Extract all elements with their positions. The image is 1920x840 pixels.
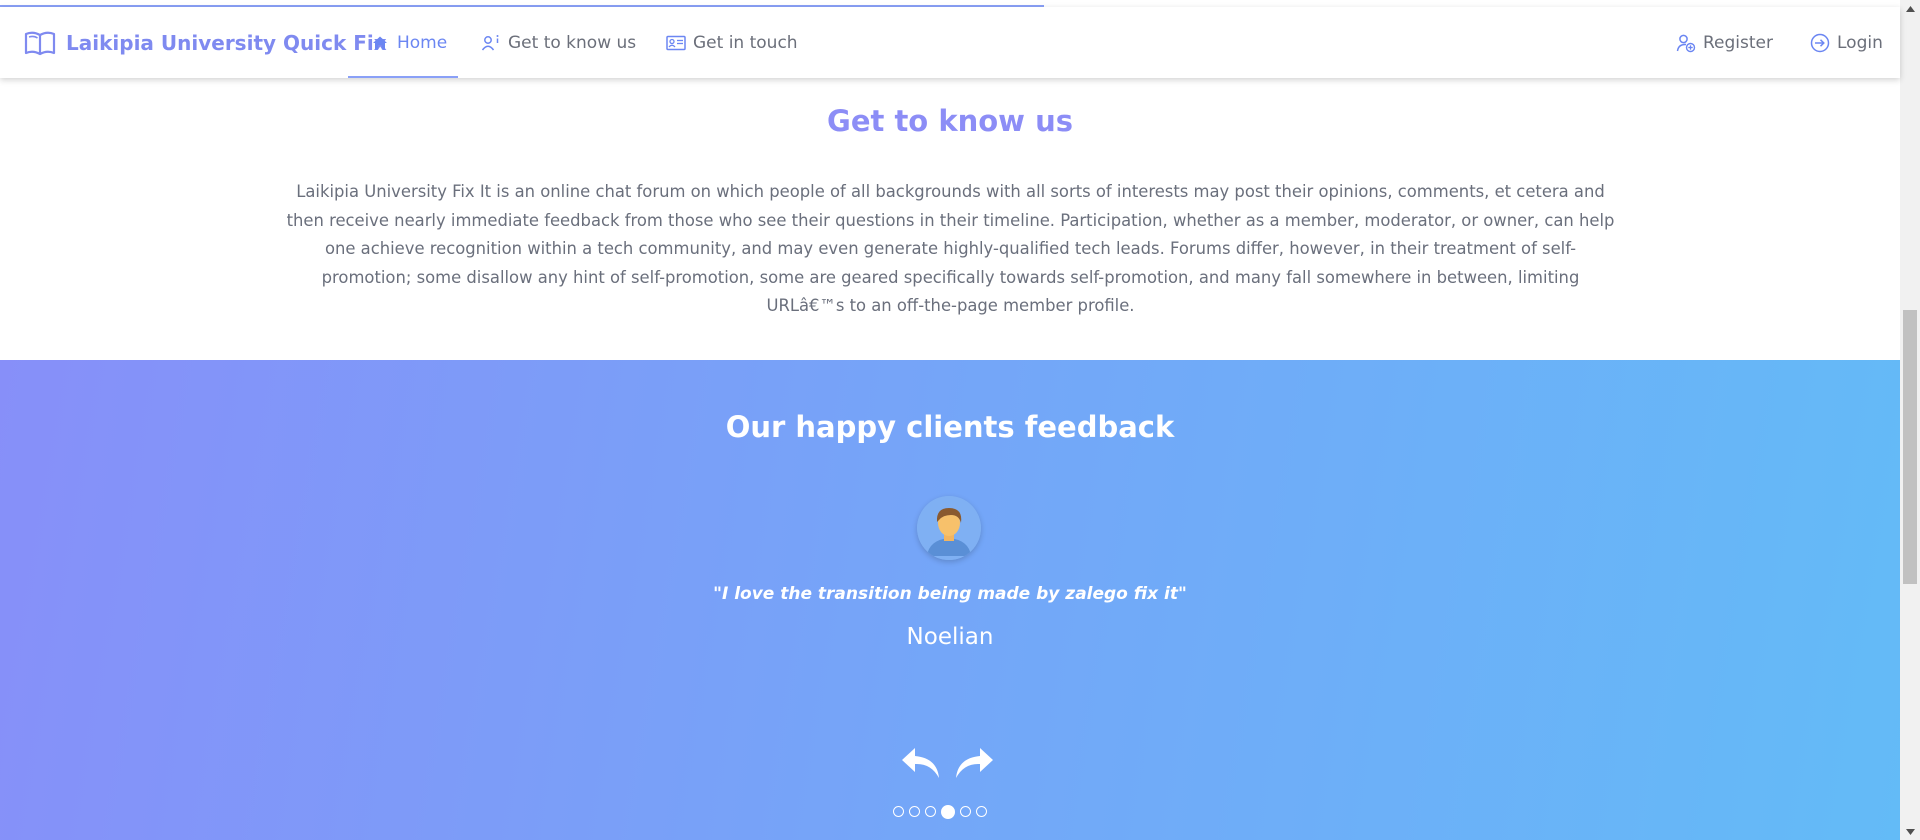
client-quote: "I love the transition being made by zal…	[713, 584, 1187, 604]
scroll-down-arrow-icon[interactable]	[1900, 823, 1920, 840]
nav-get-to-know-us-label: Get to know us	[508, 33, 637, 53]
nav-active-indicator	[348, 76, 458, 78]
page-progress-bar	[0, 0, 1900, 7]
client-avatar	[917, 496, 981, 560]
login-label: Login	[1837, 33, 1883, 53]
page-scrollbar[interactable]	[1900, 0, 1920, 840]
carousel-indicators	[893, 804, 987, 819]
carousel-dot[interactable]	[909, 806, 920, 817]
about-description: Laikipia University Fix It is an online …	[286, 182, 1615, 315]
reply-arrow-icon	[902, 748, 939, 778]
scrollbar-thumb[interactable]	[1903, 310, 1917, 584]
navbar: Laikipia University Quick Fix Home Get t…	[0, 7, 1900, 78]
nav-home-label: Home	[397, 33, 448, 53]
carousel-dot-active[interactable]	[941, 804, 955, 819]
forward-arrow-icon	[956, 748, 993, 778]
nav-get-to-know-us[interactable]: Get to know us	[481, 25, 636, 61]
scroll-up-arrow-icon[interactable]	[1900, 0, 1920, 17]
carousel-dot[interactable]	[893, 806, 904, 817]
login-icon	[1810, 33, 1830, 53]
carousel-prev-button[interactable]	[899, 744, 943, 780]
carousel-dot[interactable]	[960, 806, 971, 817]
carousel-dot[interactable]	[976, 806, 987, 817]
brand-name: Laikipia University Quick Fix	[66, 31, 387, 55]
nav-get-in-touch-label: Get in touch	[693, 33, 798, 53]
brand-link[interactable]: Laikipia University Quick Fix	[24, 25, 387, 61]
register-label: Register	[1703, 33, 1773, 53]
nav-get-in-touch[interactable]: Get in touch	[666, 25, 798, 61]
login-button[interactable]: Login	[1810, 25, 1883, 61]
nav-home[interactable]: Home	[370, 25, 447, 61]
client-name: Noelian	[906, 624, 994, 650]
contact-card-icon	[666, 33, 686, 53]
home-icon	[370, 33, 390, 53]
about-title: Get to know us	[827, 104, 1073, 138]
carousel-next-button[interactable]	[952, 744, 996, 780]
register-button[interactable]: Register	[1676, 25, 1773, 61]
open-book-icon	[24, 29, 56, 57]
user-info-icon	[481, 33, 501, 53]
feedback-title: Our happy clients feedback	[725, 410, 1175, 444]
carousel-dot[interactable]	[925, 806, 936, 817]
add-user-icon	[1676, 33, 1696, 53]
feedback-section: Our happy clients feedback "I love the t…	[0, 360, 1900, 840]
